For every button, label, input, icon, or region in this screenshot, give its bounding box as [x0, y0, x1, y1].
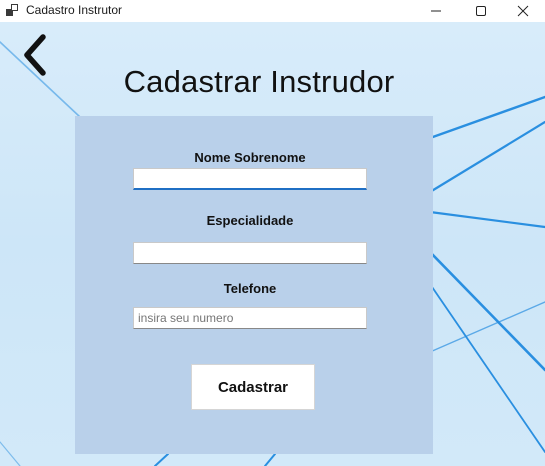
- phone-label: Telefone: [223, 281, 277, 296]
- window-content: Cadastrar Instrudor Nome Sobrenome Espec…: [0, 22, 545, 466]
- phone-input[interactable]: [133, 307, 367, 329]
- specialty-input[interactable]: [133, 242, 367, 264]
- minimize-button[interactable]: [414, 0, 458, 22]
- title-bar[interactable]: Cadastro Instrutor: [0, 0, 545, 22]
- window-title: Cadastro Instrutor: [26, 3, 123, 17]
- specialty-label: Especialidade: [206, 213, 294, 228]
- maximize-button[interactable]: [459, 0, 503, 22]
- cadastrar-button[interactable]: Cadastrar: [191, 364, 315, 410]
- close-button[interactable]: [501, 0, 545, 22]
- page-title: Cadastrar Instrudor: [123, 64, 395, 99]
- minimize-icon: [431, 10, 441, 12]
- maximize-icon: [476, 6, 486, 16]
- name-label: Nome Sobrenome: [194, 150, 306, 165]
- form-panel: Nome Sobrenome Especialidade Telefone Ca…: [75, 116, 433, 454]
- close-icon: [517, 5, 529, 17]
- name-input[interactable]: [133, 168, 367, 190]
- app-window-icon: [6, 4, 18, 16]
